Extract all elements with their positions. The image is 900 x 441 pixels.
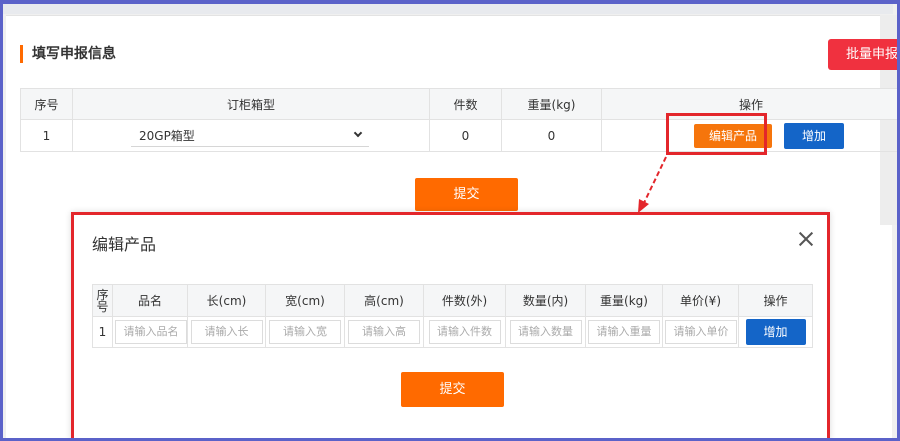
length-input[interactable]: 请输入长 (190, 320, 263, 344)
close-icon[interactable] (796, 229, 816, 249)
row-pieces: 0 (429, 119, 502, 152)
container-type-select[interactable]: 20GP箱型 (131, 125, 369, 147)
declaration-table: 序号 订柜箱型 件数 重量(kg) 操作 1 20GP箱型 0 0 编辑产品 增… (20, 88, 900, 152)
dlg-header-height: 高(cm) (344, 284, 424, 317)
dlg-header-ops: 操作 (738, 284, 813, 317)
row-seq: 1 (20, 119, 73, 152)
width-input[interactable]: 请输入宽 (269, 320, 341, 344)
dlg-header-weight: 重量(kg) (585, 284, 663, 317)
product-name-input[interactable]: 请输入品名 (115, 320, 187, 344)
table-row: 1 20GP箱型 0 0 编辑产品 增加 (20, 119, 900, 152)
dlg-row-seq: 1 (92, 316, 113, 348)
container-type-value: 20GP箱型 (139, 128, 195, 143)
header-weight: 重量(kg) (501, 88, 602, 120)
edit-product-dialog: 编辑产品 序号 品名 长(cm) 宽(cm) 高(cm) 件数(外) 数量(内)… (71, 212, 830, 441)
dlg-header-length: 长(cm) (187, 284, 266, 317)
weight-input[interactable]: 请输入重量 (588, 320, 660, 344)
dlg-header-outer-pieces: 件数(外) (423, 284, 506, 317)
dlg-add-button[interactable]: 增加 (745, 319, 806, 345)
chevron-down-icon (353, 128, 363, 138)
dialog-submit-button[interactable]: 提交 (401, 372, 504, 407)
dlg-header-seq: 序号 (92, 284, 113, 317)
product-table: 序号 品名 长(cm) 宽(cm) 高(cm) 件数(外) 数量(内) 重量(k… (92, 284, 813, 348)
highlight-box (666, 113, 767, 155)
row-weight: 0 (501, 119, 602, 152)
dlg-header-inner-qty: 数量(内) (505, 284, 586, 317)
bulk-declare-button[interactable]: 批量申报 (828, 39, 900, 70)
dlg-header-width: 宽(cm) (265, 284, 345, 317)
add-row-button[interactable]: 增加 (784, 122, 844, 149)
header-pieces: 件数 (429, 88, 502, 120)
container-type-cell: 20GP箱型 (72, 119, 430, 152)
header-seq: 序号 (20, 88, 73, 120)
section-title: 填写申报信息 (20, 45, 116, 63)
dlg-header-unit-price: 单价(¥) (662, 284, 739, 317)
submit-button[interactable]: 提交 (415, 178, 518, 211)
inner-qty-input[interactable]: 请输入数量 (509, 320, 582, 344)
dlg-header-name: 品名 (112, 284, 188, 317)
unit-price-input[interactable]: 请输入单价 (665, 320, 737, 344)
dialog-title: 编辑产品 (92, 235, 157, 254)
outer-pieces-input[interactable]: 请输入件数 (428, 320, 501, 344)
table-row: 1 请输入品名 请输入长 请输入宽 请输入高 请输入件数 请输入数量 请输入重量… (92, 316, 813, 348)
page-top-strip (3, 4, 893, 14)
header-container-type: 订柜箱型 (72, 88, 430, 120)
height-input[interactable]: 请输入高 (348, 320, 420, 344)
